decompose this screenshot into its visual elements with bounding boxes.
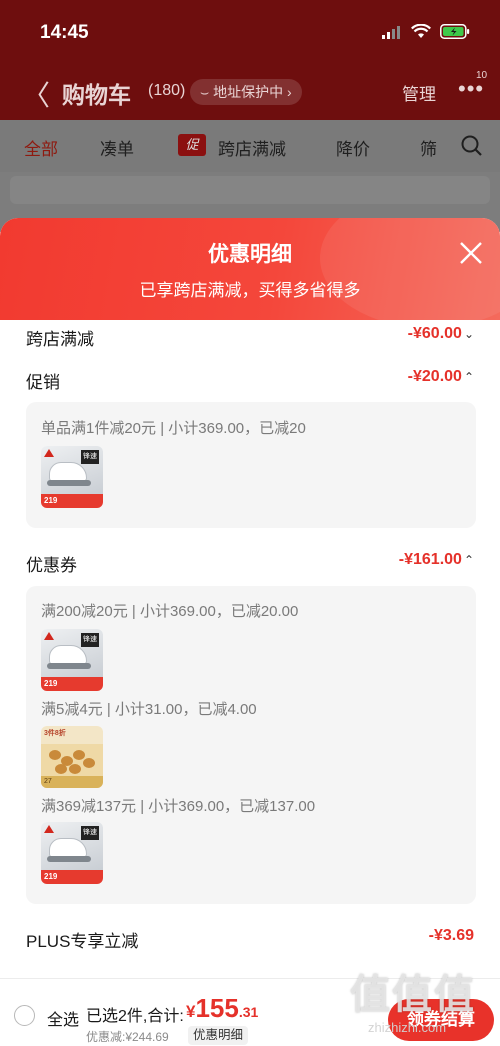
tab-all[interactable]: 全部 <box>24 135 58 160</box>
promo-line: 单品满1件减20元 | 小计369.00，已减20 <box>41 420 306 437</box>
shoe-brand-tag: 锋速 <box>81 826 99 840</box>
nut <box>73 750 85 760</box>
chevron-up-icon: ⌃ <box>463 553 474 567</box>
nut <box>69 764 81 774</box>
shoe-brand-tag: 锋速 <box>81 633 99 647</box>
status-bar: 14:45 <box>0 0 500 62</box>
product-thumbnail[interactable]: 3件8折 27 <box>41 726 103 788</box>
plus-label: PLUS专享立减 <box>26 932 139 951</box>
selected-count: 已选2件,合计: <box>86 1008 184 1025</box>
plus-row: PLUS专享立减 -¥3.69 <box>26 923 474 953</box>
message-badge: 10 <box>476 70 488 81</box>
filter-tabs: 全部 凑单 跨店满减 降价 筛 <box>0 120 500 172</box>
checkout-button[interactable]: 领券结算 <box>388 999 494 1041</box>
promo-row[interactable]: 促销 -¥20.00 ⌃ <box>26 364 474 394</box>
checkout-bar: 全选 已选2件,合计: ¥155.31 优惠减:¥244.69 优惠明细 领券结… <box>0 978 500 1046</box>
product-thumbnail[interactable]: 锋速 219 <box>41 446 103 508</box>
shoe-upper <box>49 645 87 665</box>
coupon-card: 满200减20元 | 小计369.00，已减20.00 锋速 219 满5减4元… <box>26 586 476 904</box>
shoe-price-strip: 219 <box>41 494 103 508</box>
shoe-upper <box>49 462 87 482</box>
coupon-value: -¥161.00 ⌃ <box>399 551 474 569</box>
total-price: ¥155.31 <box>186 993 258 1024</box>
chevron-up-icon: ⌃ <box>463 370 474 384</box>
plus-value: -¥3.69 <box>428 927 474 944</box>
header-decoration <box>320 218 500 328</box>
promo-value: -¥20.00 ⌃ <box>408 368 474 386</box>
cross-store-row[interactable]: 跨店满减 -¥60.00 ⌄ <box>26 321 474 351</box>
promo-card: 单品满1件减20元 | 小计369.00，已减20 锋速 219 <box>26 402 476 528</box>
sheet-subtitle: 已享跨店满减，买得多省得多 <box>139 281 361 300</box>
cart-count: (180) <box>148 82 186 99</box>
cross-store-label: 跨店满减 <box>26 330 94 349</box>
product-thumbnail[interactable]: 锋速 219 <box>41 822 103 884</box>
coupon-line: 满5减4元 | 小计31.00，已减4.00 <box>41 701 257 718</box>
shoe-brand-tag: 锋速 <box>81 450 99 464</box>
sheet-header: 优惠明细 已享跨店满减，买得多省得多 <box>0 218 500 328</box>
tab-coudan[interactable]: 凑单 <box>100 135 134 160</box>
cross-store-amount: -¥60.00 <box>407 325 462 342</box>
status-icons <box>382 24 470 39</box>
shoe-sole <box>47 480 91 486</box>
nut <box>83 758 95 768</box>
tab-cross-store[interactable]: 跨店满减 <box>218 135 286 160</box>
nut <box>55 764 67 774</box>
dimmed-banner <box>10 176 490 204</box>
shoe-price-strip: 219 <box>41 677 103 691</box>
status-time: 14:45 <box>40 22 89 43</box>
saved-amount: 优惠减:¥244.69 <box>86 1030 169 1044</box>
chevron-down-icon: ⌄ <box>463 327 474 341</box>
page-title: 购物车 <box>62 82 131 108</box>
search-icon[interactable] <box>460 134 484 158</box>
coupon-label: 优惠券 <box>26 556 77 575</box>
coupon-row[interactable]: 优惠券 -¥161.00 ⌃ <box>26 547 474 577</box>
cross-store-value: -¥60.00 ⌄ <box>408 325 474 343</box>
sheet-title: 优惠明细 <box>208 243 292 266</box>
address-protect-button[interactable]: ⌣ 地址保护中 › <box>190 79 302 105</box>
promo-label: 促销 <box>26 373 60 392</box>
select-all-label[interactable]: 全选 <box>47 1006 79 1030</box>
shoe-price-strip: 219 <box>41 870 103 884</box>
select-all-checkbox[interactable] <box>14 1005 35 1026</box>
promo-tab-badge: 促 <box>178 134 206 156</box>
product-thumbnail[interactable]: 锋速 219 <box>41 629 103 691</box>
tab-filter[interactable]: 筛 <box>420 135 437 160</box>
tab-price-drop[interactable]: 降价 <box>336 135 370 160</box>
coupon-line: 满369减137元 | 小计369.00，已减137.00 <box>41 798 316 815</box>
shoe-sole <box>47 856 91 862</box>
wifi-icon <box>411 24 431 38</box>
promo-amount: -¥20.00 <box>407 368 462 385</box>
battery-icon <box>440 24 470 39</box>
manage-button[interactable]: 管理 <box>402 80 436 105</box>
discount-detail-button[interactable]: 优惠明细 <box>188 1026 249 1045</box>
brand-logo-icon <box>44 632 54 640</box>
total-integer: 155 <box>195 993 239 1023</box>
coupon-amount: -¥161.00 <box>398 551 462 568</box>
back-button[interactable]: 〈 <box>22 74 50 114</box>
coupon-line: 满200减20元 | 小计369.00，已减20.00 <box>41 603 299 620</box>
cart-nav-bar: 〈 购物车 (180) ⌣ 地址保护中 › 管理 ••• 10 <box>0 62 500 120</box>
nut <box>49 750 61 760</box>
close-icon[interactable] <box>456 238 486 268</box>
snack-tag: 3件8折 <box>44 730 66 737</box>
brand-logo-icon <box>44 449 54 457</box>
shoe-sole <box>47 663 91 669</box>
total-decimal: .31 <box>238 1004 259 1020</box>
signal-icon <box>382 25 400 39</box>
snack-price-strip: 27 <box>41 776 103 788</box>
discount-detail-sheet: 优惠明细 已享跨店满减，买得多省得多 跨店满减 -¥60.00 ⌄ 促销 -¥20… <box>0 218 500 978</box>
shoe-upper <box>49 838 87 858</box>
brand-logo-icon <box>44 825 54 833</box>
